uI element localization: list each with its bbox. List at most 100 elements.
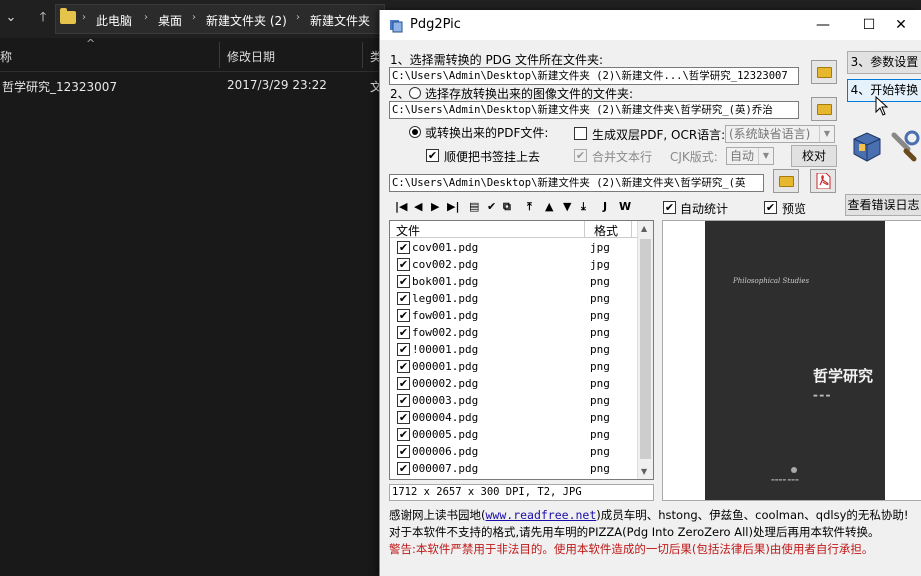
browse-source-button[interactable] (811, 60, 837, 84)
breadcrumb-desktop[interactable]: 桌面 (158, 12, 182, 29)
tools-icon[interactable] (888, 129, 921, 163)
breadcrumb-folder-2[interactable]: 新建文件夹 (2) (206, 12, 287, 29)
scroll-down-icon[interactable]: ▼ (641, 467, 647, 476)
move-bottom-icon[interactable]: ⤓ (581, 200, 586, 214)
list-item[interactable]: ✔ 000003.pdg png (390, 392, 638, 409)
check-icon[interactable]: ✔ (487, 200, 496, 213)
merge-lines-checkbox[interactable]: ✔ (574, 149, 587, 162)
first-icon[interactable]: |◀ (395, 200, 407, 213)
header-divider[interactable] (584, 221, 585, 238)
next-icon[interactable]: ▶ (431, 200, 439, 213)
item-format: jpg (590, 241, 610, 254)
pdf-output-radio[interactable] (409, 126, 421, 138)
bookmark-checkbox[interactable]: ✔ (426, 149, 439, 162)
list-toolbar: |◀ ◀ ▶ ▶| ▤ ✔ ⧉ ⤒ ▲ ▼ ⤓ J W (389, 198, 649, 218)
scroll-up-icon[interactable]: ▲ (641, 224, 647, 233)
item-checkbox[interactable]: ✔ (397, 428, 410, 441)
auto-stats-checkbox[interactable]: ✔ (663, 201, 676, 214)
word-icon[interactable]: W (619, 200, 631, 213)
item-checkbox[interactable]: ✔ (397, 241, 410, 254)
image-folder-radio[interactable] (409, 87, 421, 99)
source-folder-path[interactable]: C:\Users\Admin\Desktop\新建文件夹 (2)\新建文件...… (389, 67, 799, 85)
last-icon[interactable]: ▶| (447, 200, 459, 213)
dropdown-chevron-icon[interactable]: ⌄ (2, 8, 20, 28)
item-checkbox[interactable]: ✔ (397, 258, 410, 271)
proofread-button[interactable]: 校对 (791, 145, 837, 167)
move-down-icon[interactable]: ▼ (563, 200, 571, 213)
pdg-file-list[interactable]: 文件 格式 ✔ cov001.pdg jpg ✔ cov002.pdg jpg ✔ bok… (389, 220, 654, 480)
browse-image-folder-button[interactable] (811, 97, 837, 121)
item-checkbox[interactable]: ✔ (397, 343, 410, 356)
parameter-settings-button[interactable]: 3、参数设置 (847, 51, 921, 74)
list-item[interactable]: ✔ 000006.pdg png (390, 443, 638, 460)
list-item[interactable]: ✔ fow002.pdg png (390, 324, 638, 341)
minimize-button[interactable]: — (800, 10, 846, 40)
copy-icon[interactable]: ⧉ (503, 200, 511, 214)
preview-checkbox[interactable]: ✔ (764, 201, 777, 214)
column-date[interactable]: 修改日期 (227, 48, 275, 65)
column-divider[interactable] (219, 42, 220, 68)
cjk-layout-select[interactable]: 自动 ▼ (726, 147, 774, 165)
note-line: 对于本软件不支持的格式,请先用车明的PIZZA(Pdg Into ZeroZer… (389, 525, 880, 539)
list-item[interactable]: ✔ 000002.pdg png (390, 375, 638, 392)
column-divider[interactable] (362, 42, 363, 68)
pdf-file-path[interactable]: C:\Users\Admin\Desktop\新建文件夹 (2)\新建文件夹\哲… (389, 174, 764, 192)
item-checkbox[interactable]: ✔ (397, 360, 410, 373)
item-checkbox[interactable]: ✔ (397, 275, 410, 288)
list-item[interactable]: ✔ 000007.pdg png (390, 460, 638, 477)
image-folder-path[interactable]: C:\Users\Admin\Desktop\新建文件夹 (2)\新建文件夹\哲… (389, 101, 799, 119)
item-checkbox[interactable]: ✔ (397, 411, 410, 424)
list-item[interactable]: ✔ 000001.pdg png (390, 358, 638, 375)
header-divider[interactable] (631, 221, 632, 238)
item-checkbox[interactable]: ✔ (397, 462, 410, 475)
item-checkbox[interactable]: ✔ (397, 292, 410, 305)
item-format: png (590, 309, 610, 322)
up-arrow-icon[interactable]: 🡑 (34, 8, 52, 28)
open-pdf-button[interactable] (810, 169, 836, 193)
thanks-prefix: 感谢网上读书园地( (389, 508, 486, 522)
prev-icon[interactable]: ◀ (414, 200, 422, 213)
list-item[interactable]: ✔ bok001.pdg png (390, 273, 638, 290)
sort-up-icon: ^ (86, 37, 96, 50)
move-top-icon[interactable]: ⤒ (527, 200, 532, 214)
move-up-icon[interactable]: ▲ (545, 200, 553, 213)
double-layer-checkbox[interactable] (574, 127, 587, 140)
item-checkbox[interactable]: ✔ (397, 377, 410, 390)
item-checkbox[interactable]: ✔ (397, 326, 410, 339)
readfree-link[interactable]: www.readfree.net (486, 508, 597, 522)
error-log-button[interactable]: 查看错误日志 (845, 194, 921, 216)
chevron-right-icon: › (82, 12, 86, 23)
list-scrollbar[interactable]: ▲ ▼ (637, 221, 653, 479)
list-item[interactable]: ✔ !00001.pdg png (390, 341, 638, 358)
window-title: Pdg2Pic (410, 17, 461, 32)
jpg-icon[interactable]: J (603, 200, 607, 213)
item-name: cov002.pdg (412, 258, 479, 271)
list-item[interactable]: ✔ cov001.pdg jpg (390, 239, 638, 256)
item-format: png (590, 428, 610, 441)
step1-label: 1、选择需转换的 PDG 文件所在文件夹: (390, 53, 604, 67)
column-name[interactable]: 称 (0, 48, 12, 65)
list-item[interactable]: ✔ 000005.pdg png (390, 426, 638, 443)
close-button[interactable]: ✕ (880, 10, 921, 40)
package-icon[interactable] (850, 129, 884, 163)
title-bar[interactable]: Pdg2Pic — ☐ ✕ (380, 10, 921, 40)
warning-line: 警告:本软件严禁用于非法目的。使用本软件造成的一切后果(包括法律后果)由使用者自… (389, 542, 874, 556)
list-item[interactable]: ✔ cov002.pdg jpg (390, 256, 638, 273)
item-checkbox[interactable]: ✔ (397, 309, 410, 322)
list-item[interactable]: ✔ fow001.pdg png (390, 307, 638, 324)
header-format[interactable]: 格式 (594, 222, 618, 239)
address-bar[interactable]: › 此电脑 › 桌面 › 新建文件夹 (2) › 新建文件夹 (55, 4, 385, 34)
step2-prefix: 2、 (390, 87, 410, 101)
scroll-thumb[interactable] (640, 239, 651, 459)
breadcrumb-folder[interactable]: 新建文件夹 (310, 12, 370, 29)
item-checkbox[interactable]: ✔ (397, 394, 410, 407)
header-file[interactable]: 文件 (396, 222, 420, 239)
list-item[interactable]: ✔ 000004.pdg png (390, 409, 638, 426)
double-layer-label: 生成双层PDF, OCR语言: (592, 128, 726, 142)
breadcrumb-this-pc[interactable]: 此电脑 (96, 12, 132, 29)
browse-pdf-button[interactable] (773, 169, 799, 193)
page-icon[interactable]: ▤ (469, 200, 479, 213)
ocr-language-select[interactable]: (系统缺省语言) ▼ (725, 125, 835, 143)
item-checkbox[interactable]: ✔ (397, 445, 410, 458)
list-item[interactable]: ✔ leg001.pdg png (390, 290, 638, 307)
